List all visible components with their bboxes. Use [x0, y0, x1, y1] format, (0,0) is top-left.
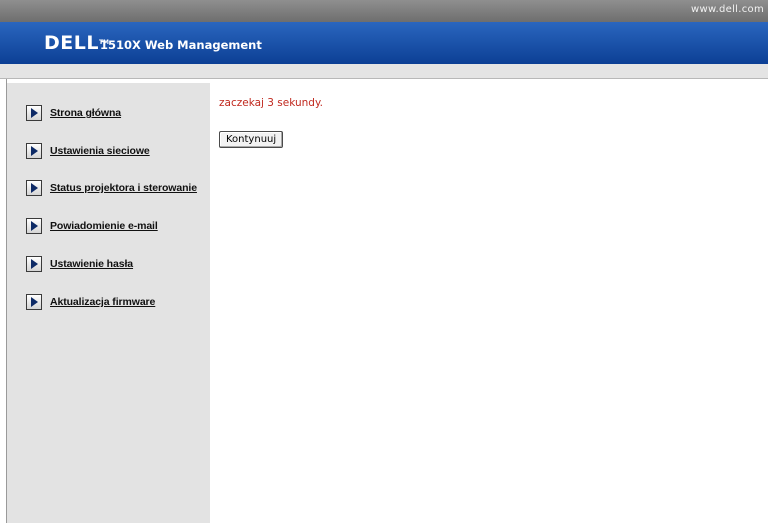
dell-site-link[interactable]: www.dell.com [691, 4, 764, 15]
left-edge-divider [0, 79, 7, 523]
sidebar-item-password[interactable]: Ustawienie hasła [26, 255, 133, 273]
sidebar-item-label[interactable]: Ustawienia sieciowe [50, 145, 150, 157]
sidebar-item-label[interactable]: Aktualizacja firmware [50, 296, 155, 308]
sidebar-item-firmware-update[interactable]: Aktualizacja firmware [26, 293, 155, 311]
arrow-right-icon[interactable] [26, 105, 42, 121]
header-subbar [0, 64, 768, 79]
continue-button[interactable]: Kontynuuj [219, 131, 284, 148]
top-strip: www.dell.com [0, 0, 768, 22]
dell-logo-text: DELL [44, 32, 99, 54]
arrow-right-icon[interactable] [26, 218, 42, 234]
sidebar-item-label[interactable]: Status projektora i sterowanie [50, 182, 197, 194]
sidebar-item-projector-status[interactable]: Status projektora i sterowanie [26, 179, 197, 197]
sidebar-item-label[interactable]: Powiadomienie e-mail [50, 220, 158, 232]
sidebar-item-home[interactable]: Strona główna [26, 104, 121, 122]
arrow-right-icon[interactable] [26, 180, 42, 196]
sidebar-item-network-settings[interactable]: Ustawienia sieciowe [26, 142, 150, 160]
product-title: 1510X Web Management [100, 38, 262, 52]
sidebar-item-email-alert[interactable]: Powiadomienie e-mail [26, 217, 158, 235]
sidebar-item-label[interactable]: Strona główna [50, 107, 121, 119]
header-banner: DELLTM 1510X Web Management [0, 22, 768, 64]
arrow-right-icon[interactable] [26, 294, 42, 310]
sidebar-item-label[interactable]: Ustawienie hasła [50, 258, 133, 270]
arrow-right-icon[interactable] [26, 143, 42, 159]
sidebar: Strona główna Ustawienia sieciowe Status… [7, 83, 210, 523]
arrow-right-icon[interactable] [26, 256, 42, 272]
page: www.dell.com DELLTM 1510X Web Management… [0, 0, 768, 523]
status-message: zaczekaj 3 sekundy. [219, 97, 324, 109]
